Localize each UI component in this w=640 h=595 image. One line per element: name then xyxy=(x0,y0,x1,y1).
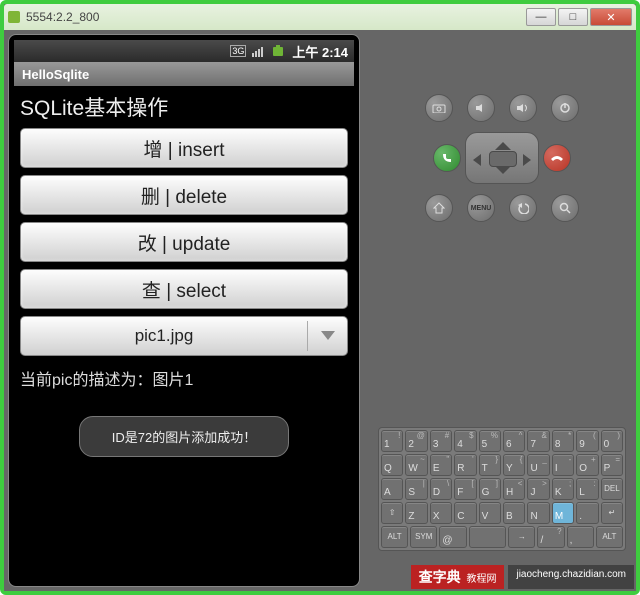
key-6[interactable]: 6^ xyxy=(503,430,525,452)
chevron-down-icon xyxy=(307,321,347,351)
key-l[interactable]: L: xyxy=(576,478,598,500)
key-b[interactable]: B xyxy=(503,502,525,524)
key-j[interactable]: J> xyxy=(527,478,549,500)
call-button[interactable] xyxy=(433,144,461,172)
delete-button[interactable]: 删 | delete xyxy=(20,175,348,215)
content-area: 3G 上午 2:14 HelloSqlite SQLite基本操作 增 | in… xyxy=(4,30,636,591)
key-x[interactable]: X xyxy=(430,502,452,524)
time-prefix: 上午 xyxy=(292,45,318,60)
camera-button[interactable] xyxy=(425,94,453,122)
description-text: 当前pic的描述为：图片1 xyxy=(20,366,348,390)
key-w[interactable]: W~ xyxy=(405,454,427,476)
menu-button[interactable]: MENU xyxy=(467,194,495,222)
key-d[interactable]: D\ xyxy=(430,478,452,500)
key-sym[interactable]: SYM xyxy=(410,526,437,548)
key-n[interactable]: N xyxy=(527,502,549,524)
home-button[interactable] xyxy=(425,194,453,222)
select-button[interactable]: 查 | select xyxy=(20,269,348,309)
app-title-bar: HelloSqlite xyxy=(14,62,354,86)
key-8[interactable]: 8* xyxy=(552,430,574,452)
volume-down-button[interactable] xyxy=(467,94,495,122)
key-1[interactable]: 1! xyxy=(381,430,403,452)
key-f[interactable]: F[ xyxy=(454,478,476,500)
hardware-keyboard: 1!2@3#4$5%6^7&8*9(0) QW~E"R'T}Y{U_I-O+P= A… xyxy=(378,427,626,551)
key-5[interactable]: 5% xyxy=(479,430,501,452)
key-c[interactable]: C xyxy=(454,502,476,524)
key-g[interactable]: G] xyxy=(479,478,501,500)
volume-up-button[interactable] xyxy=(509,94,537,122)
battery-icon xyxy=(272,45,286,57)
app-title: HelloSqlite xyxy=(22,67,89,82)
dpad-center[interactable] xyxy=(489,151,517,167)
signal-icon xyxy=(252,45,266,57)
key-e[interactable]: E" xyxy=(430,454,452,476)
key-0[interactable]: 0) xyxy=(601,430,623,452)
key-m[interactable]: M xyxy=(552,502,574,524)
key-7[interactable]: 7& xyxy=(527,430,549,452)
key-del[interactable]: DEL xyxy=(601,478,623,500)
key-q[interactable]: Q xyxy=(381,454,403,476)
key-@[interactable]: @ xyxy=(439,526,466,548)
key-k[interactable]: K; xyxy=(552,478,574,500)
android-icon xyxy=(8,11,20,23)
watermark: 查字典 教程网 jiaocheng.chazidian.com xyxy=(411,565,634,589)
hardware-panel: MENU 1!2@3#4$5%6^7&8*9(0) QW~E"R'T}Y{U_I-… xyxy=(372,34,632,587)
key-space[interactable] xyxy=(469,526,507,548)
key-u[interactable]: U_ xyxy=(527,454,549,476)
key-s[interactable]: S| xyxy=(405,478,427,500)
search-button[interactable] xyxy=(551,194,579,222)
key-v[interactable]: V xyxy=(479,502,501,524)
key-t[interactable]: T} xyxy=(479,454,501,476)
emulator-window: 5554:2.2_800 — □ ✕ 3G 上午 2:14 xyxy=(0,0,640,595)
key-alt[interactable]: ALT xyxy=(596,526,623,548)
window-title: 5554:2.2_800 xyxy=(26,10,526,24)
key-y[interactable]: Y{ xyxy=(503,454,525,476)
dpad-right[interactable] xyxy=(523,153,531,171)
time-value: 2:14 xyxy=(322,45,348,60)
key-a[interactable]: A xyxy=(381,478,403,500)
insert-button[interactable]: 增 | insert xyxy=(20,128,348,168)
power-button[interactable] xyxy=(551,94,579,122)
key-/[interactable]: /? xyxy=(537,526,564,548)
network-3g-icon: 3G xyxy=(230,45,246,57)
key-alt[interactable]: ALT xyxy=(381,526,408,548)
status-time: 上午 2:14 xyxy=(292,42,348,61)
key-.[interactable]: . xyxy=(576,502,598,524)
app-screen: SQLite基本操作 增 | insert 删 | delete 改 | upd… xyxy=(14,86,354,581)
watermark-url: jiaocheng.chazidian.com xyxy=(508,565,634,589)
dpad-left[interactable] xyxy=(473,153,481,171)
minimize-button[interactable]: — xyxy=(526,8,556,26)
dpad xyxy=(465,132,539,184)
key-4[interactable]: 4$ xyxy=(454,430,476,452)
maximize-button[interactable]: □ xyxy=(558,8,588,26)
pic-spinner[interactable]: pic1.jpg xyxy=(20,316,348,356)
watermark-brand: 查字典 教程网 xyxy=(411,565,505,589)
key-p[interactable]: P= xyxy=(601,454,623,476)
key-,[interactable]: , xyxy=(567,526,594,548)
key-z[interactable]: Z xyxy=(405,502,427,524)
key-⇧[interactable]: ⇧ xyxy=(381,502,403,524)
key-3[interactable]: 3# xyxy=(430,430,452,452)
key-2[interactable]: 2@ xyxy=(405,430,427,452)
status-bar: 3G 上午 2:14 xyxy=(14,40,354,62)
end-call-button[interactable] xyxy=(543,144,571,172)
titlebar: 5554:2.2_800 — □ ✕ xyxy=(4,4,636,30)
back-button[interactable] xyxy=(509,194,537,222)
control-cluster: MENU xyxy=(425,94,579,222)
key-9[interactable]: 9( xyxy=(576,430,598,452)
toast-message: ID是72的图片添加成功！ xyxy=(79,416,289,457)
window-buttons: — □ ✕ xyxy=(526,8,632,26)
page-title: SQLite基本操作 xyxy=(20,92,348,122)
phone-device: 3G 上午 2:14 HelloSqlite SQLite基本操作 增 | in… xyxy=(8,34,360,587)
key-i[interactable]: I- xyxy=(552,454,574,476)
key-→[interactable]: → xyxy=(508,526,535,548)
key-h[interactable]: H< xyxy=(503,478,525,500)
update-button[interactable]: 改 | update xyxy=(20,222,348,262)
key-o[interactable]: O+ xyxy=(576,454,598,476)
key-r[interactable]: R' xyxy=(454,454,476,476)
close-button[interactable]: ✕ xyxy=(590,8,632,26)
key-↵[interactable]: ↵ xyxy=(601,502,623,524)
spinner-value: pic1.jpg xyxy=(21,326,307,346)
